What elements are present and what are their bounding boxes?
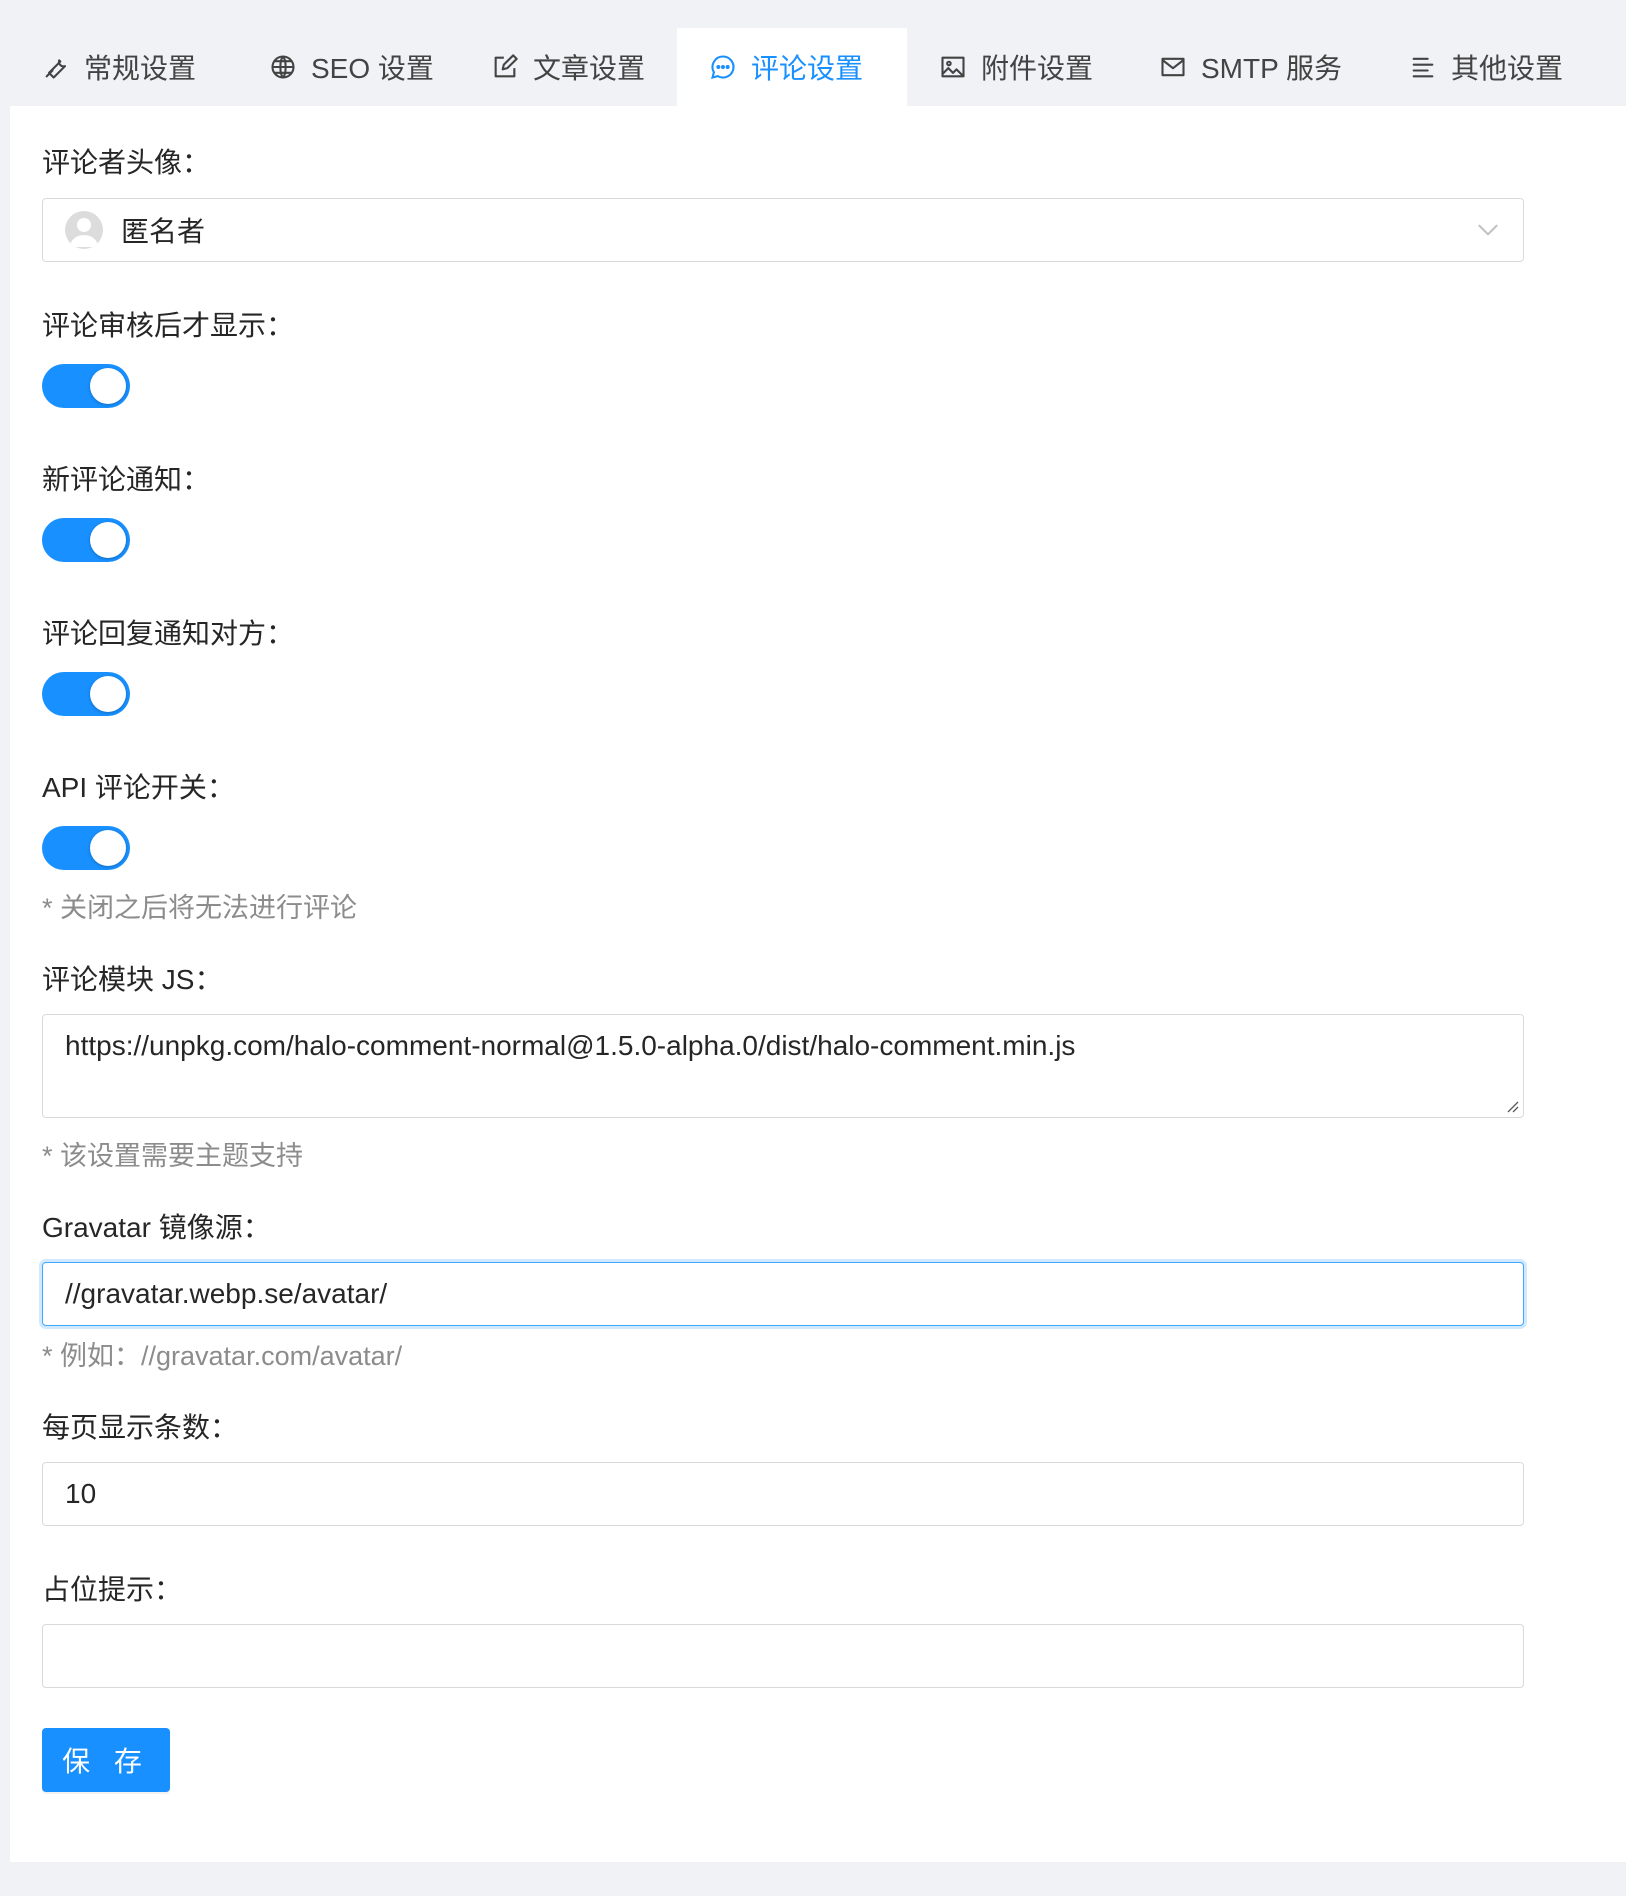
tab-other[interactable]: 其他设置 bbox=[1377, 28, 1607, 106]
api-enabled-hint: * 关闭之后将无法进行评论 bbox=[42, 893, 358, 923]
need-check-label: 评论审核后才显示： bbox=[42, 310, 295, 341]
mail-icon bbox=[1161, 57, 1185, 77]
image-icon bbox=[941, 56, 965, 78]
settings-tabs: 常规设置 SEO 设置 文章设置 评论设置 附件设置 SMTP 服务 其他设置 bbox=[10, 28, 1626, 106]
tab-label: SMTP 服务 bbox=[1201, 53, 1343, 84]
gravatar-value: //gravatar.webp.se/avatar/ bbox=[65, 1278, 388, 1309]
avatar-select[interactable]: 匿名者 bbox=[42, 198, 1524, 262]
avatar-select-value: 匿名者 bbox=[121, 216, 206, 247]
tab-label: 文章设置 bbox=[533, 53, 646, 84]
tab-attachment[interactable]: 附件设置 bbox=[907, 28, 1127, 106]
api-enabled-switch[interactable] bbox=[42, 826, 130, 870]
page-size-value: 10 bbox=[65, 1478, 97, 1509]
switch-knob bbox=[90, 676, 126, 712]
gravatar-label: Gravatar 镜像源： bbox=[42, 1212, 271, 1243]
avatar-icon bbox=[65, 211, 103, 249]
gravatar-input[interactable]: //gravatar.webp.se/avatar/ bbox=[42, 1262, 1524, 1326]
tab-label: 常规设置 bbox=[84, 53, 197, 84]
tab-post[interactable]: 文章设置 bbox=[459, 28, 669, 106]
globe-icon bbox=[271, 55, 295, 79]
placeholder-label: 占位提示： bbox=[42, 1574, 183, 1605]
tab-label: SEO 设置 bbox=[311, 53, 434, 84]
reply-notice-label: 评论回复通知对方： bbox=[42, 618, 295, 649]
tab-smtp[interactable]: SMTP 服务 bbox=[1127, 28, 1377, 106]
internal-js-textarea[interactable]: https://unpkg.com/halo-comment-normal@1.… bbox=[42, 1014, 1524, 1118]
resize-handle-icon[interactable] bbox=[1505, 1099, 1519, 1113]
avatar-label: 评论者头像： bbox=[42, 147, 211, 178]
settings-panel: 常规设置 SEO 设置 文章设置 评论设置 附件设置 SMTP 服务 其他设置 … bbox=[10, 28, 1626, 1862]
page-size-label: 每页显示条数： bbox=[42, 1412, 239, 1443]
placeholder-input[interactable] bbox=[42, 1624, 1524, 1688]
api-enabled-label: API 评论开关： bbox=[42, 772, 235, 803]
page-size-input[interactable]: 10 bbox=[42, 1462, 1524, 1526]
chevron-down-icon bbox=[1478, 224, 1498, 236]
new-notice-label: 新评论通知： bbox=[42, 464, 211, 495]
tab-seo[interactable]: SEO 设置 bbox=[237, 28, 447, 106]
internal-js-value: https://unpkg.com/halo-comment-normal@1.… bbox=[65, 1030, 1076, 1061]
save-button[interactable]: 保 存 bbox=[42, 1728, 170, 1792]
new-notice-switch[interactable] bbox=[42, 518, 130, 562]
reply-notice-switch[interactable] bbox=[42, 672, 130, 716]
wrench-icon bbox=[45, 59, 67, 79]
switch-knob bbox=[90, 368, 126, 404]
tab-label: 评论设置 bbox=[751, 53, 864, 84]
tab-general[interactable]: 常规设置 bbox=[10, 28, 222, 106]
message-icon bbox=[711, 55, 735, 79]
align-left-icon bbox=[1412, 57, 1434, 78]
internal-js-hint: * 该设置需要主题支持 bbox=[42, 1141, 304, 1171]
switch-knob bbox=[90, 522, 126, 558]
edit-icon bbox=[494, 54, 518, 78]
need-check-switch[interactable] bbox=[42, 364, 130, 408]
internal-js-label: 评论模块 JS： bbox=[42, 964, 223, 995]
gravatar-hint: * 例如：//gravatar.com/avatar/ bbox=[42, 1341, 403, 1371]
tab-comment[interactable]: 评论设置 bbox=[677, 28, 907, 106]
tab-label: 其他设置 bbox=[1451, 53, 1564, 84]
switch-knob bbox=[90, 830, 126, 866]
tab-label: 附件设置 bbox=[981, 53, 1094, 84]
